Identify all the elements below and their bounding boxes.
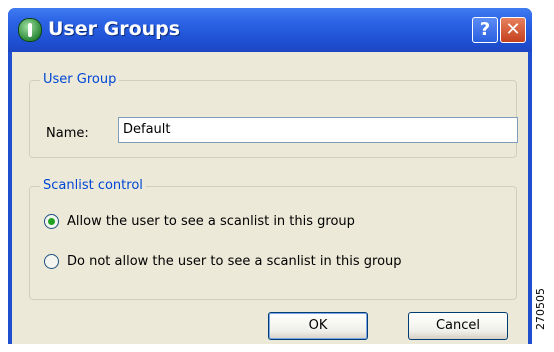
user-group-legend: User Group [40,72,120,87]
scanlist-control-legend: Scanlist control [40,178,146,193]
scanlist-control-box: Scanlist control Allow the user to see a… [29,178,517,300]
user-groups-dialog: User Groups ? ✕ User Group Name: Default… [8,8,532,344]
deny-scanlist-radio[interactable] [44,253,59,269]
ok-button[interactable]: OK [268,312,368,340]
help-button[interactable]: ? [472,17,498,43]
deny-scanlist-label[interactable]: Do not allow the user to see a scanlist … [67,254,402,269]
cancel-button[interactable]: Cancel [408,312,508,340]
figure-reference-number: 270505 [534,288,547,330]
allow-scanlist-option[interactable]: Allow the user to see a scanlist in this… [44,211,355,231]
help-icon: ? [479,19,491,40]
allow-scanlist-label[interactable]: Allow the user to see a scanlist in this… [67,214,355,229]
close-button[interactable]: ✕ [500,17,526,43]
title-bar[interactable]: User Groups ? ✕ [8,8,532,52]
name-field[interactable]: Default [118,117,518,143]
dialog-title: User Groups [48,18,181,40]
allow-scanlist-radio[interactable] [44,213,59,229]
user-group-box: User Group Name: Default [29,72,518,158]
globe-icon [18,18,42,42]
dialog-body: User Group Name: Default Scanlist contro… [12,52,528,344]
name-label: Name: [46,126,89,141]
close-icon: ✕ [505,19,521,40]
deny-scanlist-option[interactable]: Do not allow the user to see a scanlist … [44,251,402,271]
